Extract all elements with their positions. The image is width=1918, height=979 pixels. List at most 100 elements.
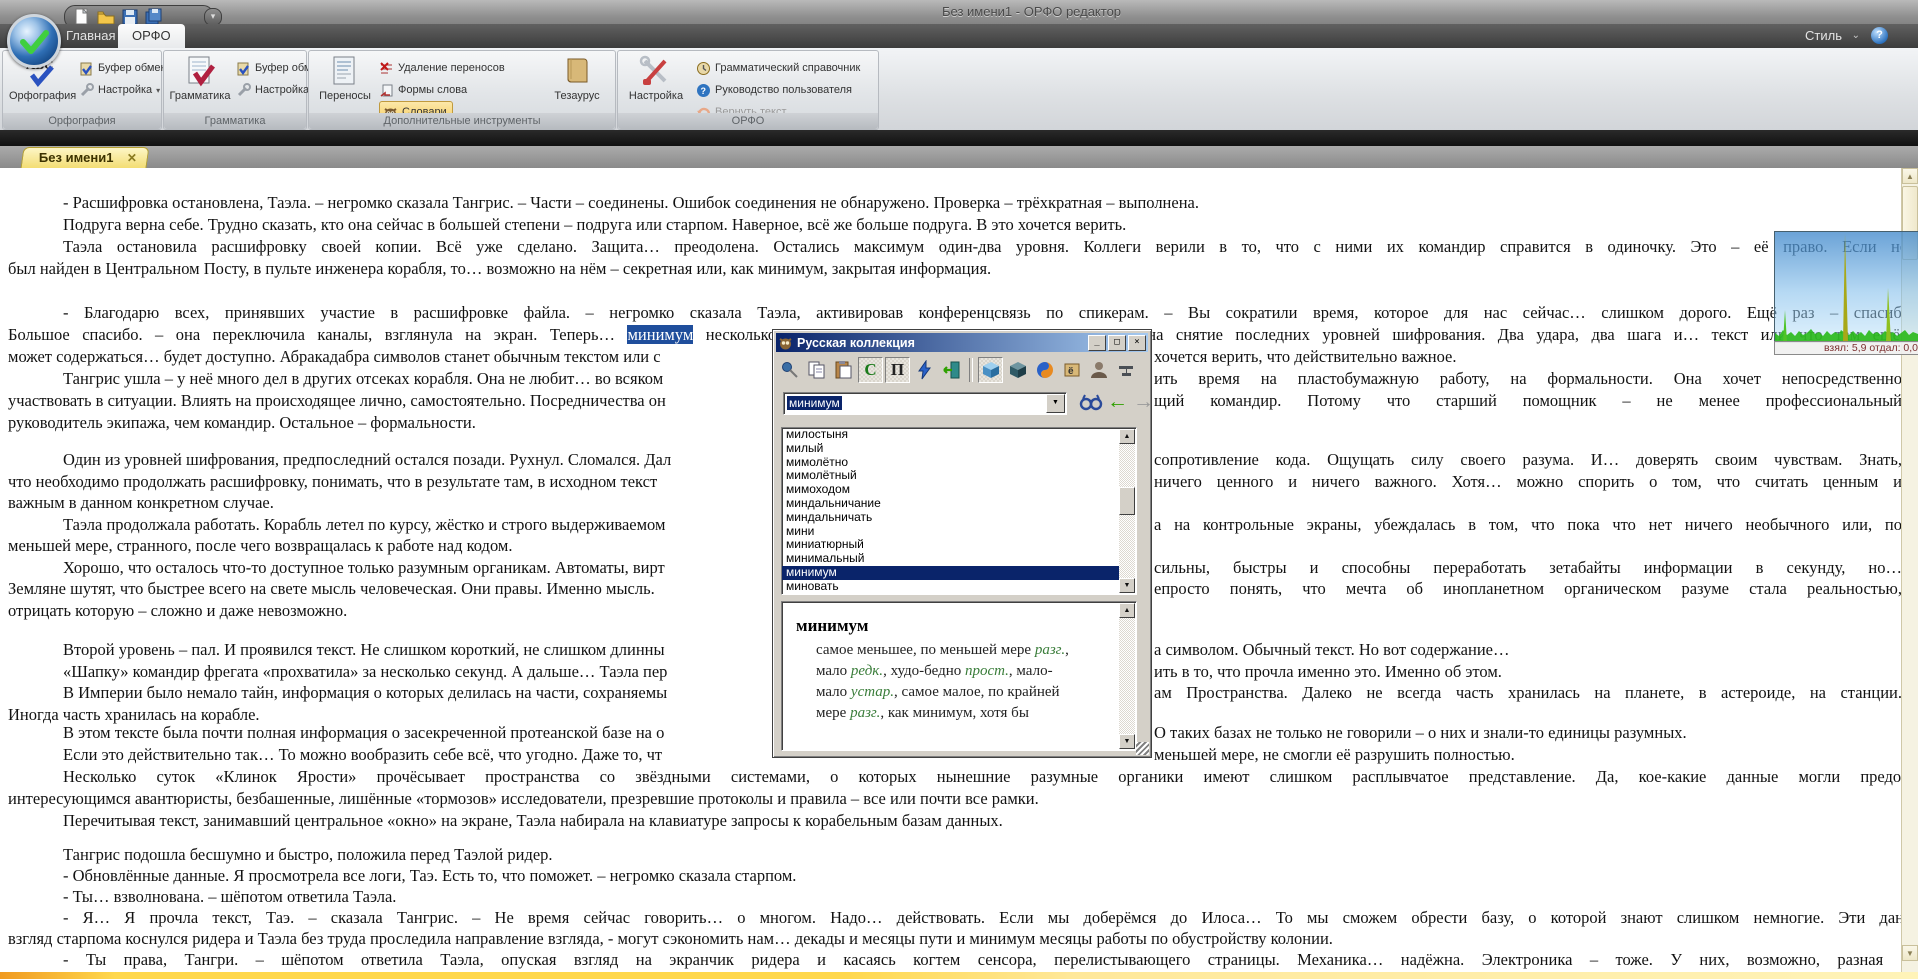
- list-item[interactable]: миндальничать: [782, 511, 1119, 525]
- document-line: - Ты… взволнована. – шёпотом ответила Та…: [8, 887, 1901, 909]
- list-item[interactable]: милостыня: [782, 428, 1119, 442]
- scroll-down-icon[interactable]: ▼: [1119, 734, 1135, 749]
- line-right-fragment: сопротивление кода. Ощущать силу своего …: [1154, 450, 1901, 470]
- list-item[interactable]: мини: [782, 525, 1119, 539]
- back-arrow-icon[interactable]: ←: [1107, 390, 1128, 414]
- highlighted-word: минимум: [627, 325, 693, 344]
- usage-tag: разг.: [850, 705, 880, 721]
- spelling-clipboard-button[interactable]: Буфер обмена: [79, 59, 173, 77]
- list-item[interactable]: миновать: [782, 580, 1119, 594]
- document-line: Тангрис подошла бесшумно и быстро, полож…: [8, 845, 1901, 867]
- frame-strip: [0, 130, 1918, 146]
- document-line: Таэла остановила расшифровку своей копии…: [8, 237, 1901, 259]
- grammar-button[interactable]: Грамматика: [168, 53, 232, 102]
- accent-book-icon[interactable]: ё: [1059, 357, 1084, 383]
- definition-body: самое меньшее, по меньшей мере разг., ма…: [816, 640, 1078, 724]
- thesaurus-button[interactable]: Тезаурус: [545, 53, 609, 102]
- traffic-graph: [1774, 231, 1918, 343]
- chevron-down-icon[interactable]: ⌄: [1852, 30, 1860, 41]
- list-item[interactable]: минимальный: [782, 552, 1119, 566]
- scroll-down-icon[interactable]: ▼: [1119, 578, 1135, 593]
- line-right-fragment: ить время на пластобумажную работу, на ф…: [1154, 369, 1901, 389]
- list-item[interactable]: миниатюрный: [782, 538, 1119, 552]
- dialog-toolbar: CПё: [777, 354, 1147, 386]
- document-line: - Расшифровка остановлена, Таэла. – негр…: [8, 193, 1901, 215]
- word-forms-button[interactable]: Формы слова: [379, 81, 467, 99]
- list-item[interactable]: милый: [782, 442, 1119, 456]
- minimize-button[interactable]: _: [1088, 335, 1106, 351]
- lightning-icon[interactable]: [912, 357, 937, 383]
- bottom-highlight-bar: [0, 972, 1918, 979]
- scroll-down-icon[interactable]: ▼: [1902, 945, 1918, 961]
- definition-scrollbar[interactable]: ▲ ▼: [1119, 603, 1135, 749]
- app-orb-button[interactable]: [7, 14, 61, 68]
- svg-text:ё: ё: [1068, 366, 1074, 377]
- paste-icon[interactable]: [831, 357, 856, 383]
- tab-orfo[interactable]: ОРФО: [118, 24, 185, 48]
- dialog-close-button[interactable]: ×: [1128, 335, 1146, 351]
- scrollbar-thumb[interactable]: [1119, 487, 1135, 515]
- help-icon: ?: [696, 83, 711, 98]
- scroll-up-icon[interactable]: ▲: [1902, 168, 1918, 184]
- list-scrollbar[interactable]: ▲ ▼: [1119, 429, 1135, 593]
- copy-icon[interactable]: [804, 357, 829, 383]
- swirl-icon[interactable]: [1032, 357, 1057, 383]
- scroll-up-icon[interactable]: ▲: [1119, 429, 1135, 444]
- svg-text:?: ?: [701, 86, 707, 96]
- line-right-fragment: а на контрольные экраны, убеждалась в то…: [1154, 515, 1901, 535]
- search-row: минимум ▼ ← →: [783, 392, 1141, 414]
- grammar-reference-button[interactable]: Грамматический справочник: [696, 59, 860, 77]
- style-menu[interactable]: Стиль: [1805, 28, 1842, 43]
- list-item[interactable]: миндальничание: [782, 497, 1119, 511]
- remove-hyphens-button[interactable]: Удаление переносов: [379, 59, 505, 77]
- list-item[interactable]: мимолётно: [782, 456, 1119, 470]
- russian-collection-dialog: Русская коллекция _ □ × CПё минимум ▼ ← …: [772, 329, 1152, 758]
- line-right-fragment: сильны, быстры и способны переработать з…: [1154, 558, 1901, 578]
- help-button[interactable]: ?: [1871, 27, 1888, 44]
- line-right-fragment: ничего ценного и ничего важного. Хотя… м…: [1154, 472, 1901, 492]
- person-icon[interactable]: [1086, 357, 1111, 383]
- definition-text: , худо-бедно: [883, 663, 965, 679]
- orfo-settings-button[interactable]: Настройка: [624, 53, 688, 102]
- document-tab[interactable]: Без имени1 ✕: [21, 147, 150, 168]
- exit-door-icon[interactable]: [939, 357, 964, 383]
- synonyms-c-icon[interactable]: C: [858, 357, 883, 383]
- spelling-settings-button[interactable]: Настройка ▾: [79, 81, 160, 99]
- scroll-up-icon[interactable]: ▲: [1119, 603, 1135, 618]
- group-grammatika: Грамматика Буфер обмена Настройка Грамма…: [163, 50, 307, 130]
- resize-grip[interactable]: [1136, 742, 1149, 755]
- paradigm-p-icon[interactable]: П: [885, 357, 910, 383]
- list-item[interactable]: мимоходом: [782, 483, 1119, 497]
- search-input[interactable]: минимум: [787, 396, 842, 410]
- hyphenation-button[interactable]: Переносы: [313, 53, 377, 102]
- list-item[interactable]: минимум: [782, 566, 1119, 580]
- word-list[interactable]: милостынямилыймимолётномимолётныймимоход…: [781, 427, 1137, 595]
- traffic-monitor-widget[interactable]: взял: 5,9 отдал: 0,0: [1774, 231, 1918, 353]
- usage-tag: редк.: [851, 663, 883, 679]
- grammar-doc-icon: [183, 55, 217, 89]
- combo-dropdown-icon[interactable]: ▼: [1046, 394, 1065, 413]
- line-right-fragment: ить в то, что прочла именно это. Именно …: [1154, 662, 1502, 682]
- user-guide-button[interactable]: ? Руководство пользователя: [696, 81, 852, 99]
- dialog-title-bar[interactable]: Русская коллекция _ □ ×: [776, 333, 1148, 352]
- grammar-settings-button[interactable]: Настройка: [236, 81, 309, 99]
- group-caption: ОРФО: [618, 113, 878, 129]
- hyphen-doc-icon: [328, 55, 362, 89]
- remove-hyphen-icon: [379, 61, 394, 76]
- list-item[interactable]: мимолётный: [782, 469, 1119, 483]
- maximize-button[interactable]: □: [1108, 335, 1126, 351]
- line-right-fragment: ам Пространства. Далеко не всегда часть …: [1154, 683, 1901, 703]
- binoculars-icon[interactable]: [1079, 392, 1103, 415]
- group-caption: Дополнительные инструменты: [309, 113, 615, 129]
- forward-arrow-icon[interactable]: →: [1133, 390, 1154, 414]
- clipboard-check-icon: [236, 61, 251, 76]
- close-icon[interactable]: ✕: [127, 148, 137, 168]
- orfo-logo-icon: [15, 22, 53, 60]
- cube-dark-icon[interactable]: [1005, 357, 1030, 383]
- cube-light-icon[interactable]: [978, 357, 1003, 383]
- search-combobox[interactable]: минимум ▼: [783, 392, 1067, 415]
- pin-icon[interactable]: [777, 357, 802, 383]
- anvil-icon[interactable]: [1113, 357, 1138, 383]
- definition-pane[interactable]: минимум самое меньшее, по меньшей мере р…: [781, 601, 1137, 751]
- line-right-fragment: О таких базах не только не говорили – о …: [1154, 723, 1687, 743]
